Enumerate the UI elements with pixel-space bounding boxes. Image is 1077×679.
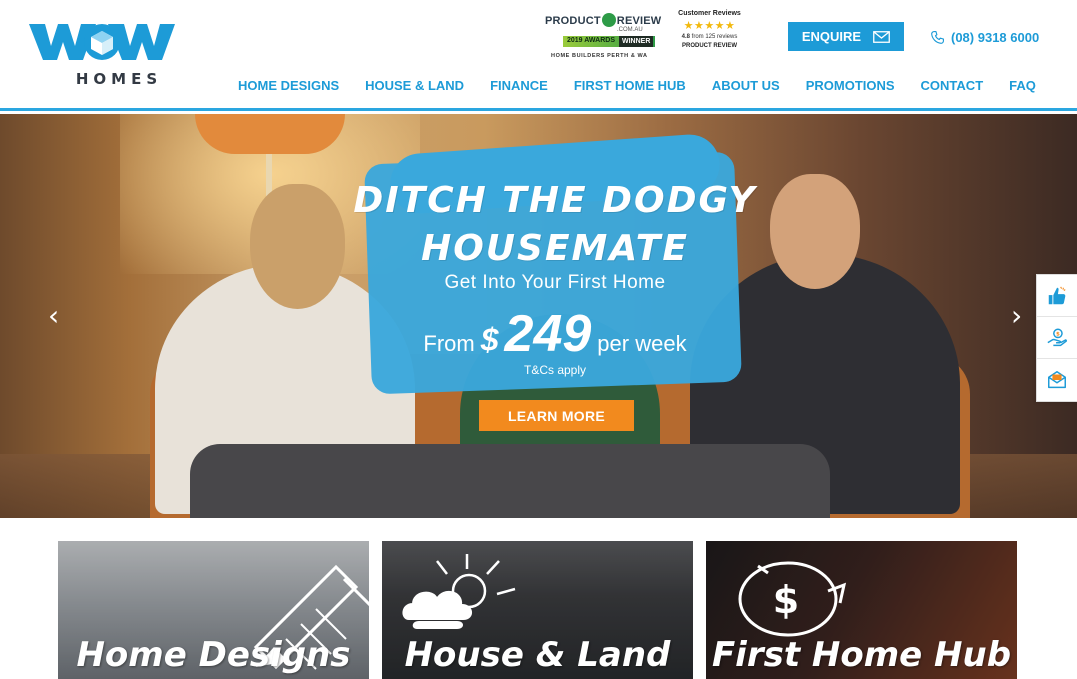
price-currency: $ (480, 322, 499, 358)
nav-item-contact[interactable]: CONTACT (921, 78, 984, 96)
nav-item-finance[interactable]: FINANCE (490, 78, 548, 96)
price-from: From (423, 331, 475, 356)
tile-title: First Home Hub (711, 635, 1012, 675)
tile-title: House & Land (404, 635, 671, 675)
rating-count: from 125 reviews (691, 34, 738, 40)
main-nav: HOME DESIGNS HOUSE & LAND FINANCE FIRST … (238, 78, 1036, 96)
nav-item-first-home-hub[interactable]: FIRST HOME HUB (574, 78, 686, 96)
wow-logo-mark (29, 24, 175, 60)
site-header: HOMES PRODUCT REVIEW .COM.AU 2019 AWARDS … (0, 0, 1077, 111)
reviews-rating: 4.8 from 125 reviews (672, 34, 747, 40)
side-quick-links: $ (1036, 274, 1077, 402)
rating-value: 4.8 (681, 34, 690, 40)
envelope-icon (873, 30, 891, 43)
hand-money-icon: $ (1047, 328, 1068, 346)
award-title-left: PRODUCT (545, 14, 601, 27)
nav-item-home-designs[interactable]: HOME DESIGNS (238, 78, 339, 96)
side-finance-button[interactable]: $ (1037, 317, 1077, 359)
nav-item-about-us[interactable]: ABOUT US (712, 78, 780, 96)
hero-terms: T&Cs apply (523, 363, 587, 377)
hero-price: From $ 249 per week (330, 306, 780, 362)
product-review-q-icon (601, 13, 616, 27)
award-band: 2019 AWARDS WINNER (563, 36, 655, 47)
thumbs-up-icon (1048, 286, 1066, 304)
award-title-right: REVIEW (616, 14, 662, 27)
award-domain: .COM.AU (617, 27, 643, 33)
side-reviews-button[interactable] (1037, 275, 1077, 317)
award-footer: HOME BUILDERS PERTH & WA (551, 53, 648, 59)
piggy-bank-icon: $ (738, 561, 847, 637)
phone-number: (08) 9318 6000 (951, 29, 1040, 45)
slider-next-arrow-icon[interactable]: › (1011, 302, 1022, 330)
envelope-icon (1048, 371, 1066, 389)
hero-headline-line1: DITCH THE DODGY (353, 180, 757, 221)
hero-headline: DITCH THE DODGY HOUSEMATE (300, 177, 810, 273)
nav-item-faq[interactable]: FAQ (1009, 78, 1036, 96)
tile-house-and-land[interactable]: House & Land (382, 541, 693, 679)
price-period: per week (597, 331, 687, 356)
hero-photo-lamp (195, 114, 345, 154)
reviews-title: Customer Reviews (678, 10, 741, 17)
hero-slider: DITCH THE DODGY HOUSEMATE Get Into Your … (0, 114, 1077, 518)
enquire-button[interactable]: ENQUIRE (788, 22, 904, 51)
hero-subheadline: Get Into Your First Home (444, 272, 666, 293)
phone-link[interactable]: (08) 9318 6000 (930, 28, 1039, 46)
tile-title: Home Designs (76, 635, 351, 675)
star-rating-icon: ★★★★★ (683, 20, 736, 32)
award-year: 2019 AWARDS (567, 37, 615, 44)
product-review-award-badge[interactable]: PRODUCT REVIEW .COM.AU 2019 AWARDS WINNER… (545, 12, 663, 62)
reviews-footer: PRODUCT REVIEW (681, 43, 737, 49)
award-winner-label: WINNER (619, 36, 654, 47)
svg-text:$: $ (773, 578, 799, 622)
tile-home-designs[interactable]: Home Designs (58, 541, 369, 679)
side-contact-button[interactable] (1037, 359, 1077, 401)
nav-item-house-and-land[interactable]: HOUSE & LAND (365, 78, 464, 96)
svg-text:$: $ (1056, 331, 1060, 337)
price-amount: 249 (504, 305, 592, 363)
tile-first-home-hub[interactable]: $ First Home Hub (706, 541, 1017, 679)
slider-prev-arrow-icon[interactable]: ‹ (48, 302, 59, 330)
logo-subtext: HOMES (75, 70, 163, 88)
hero-headline-line2: HOUSEMATE (421, 228, 689, 269)
cloud-sun-icon (402, 554, 516, 629)
nav-item-promotions[interactable]: PROMOTIONS (806, 78, 895, 96)
wow-homes-logo[interactable]: HOMES (27, 22, 177, 88)
hero-photo-legs (190, 444, 830, 518)
learn-more-button[interactable]: LEARN MORE (479, 400, 634, 431)
phone-icon (931, 30, 944, 44)
enquire-label: ENQUIRE (801, 29, 862, 44)
customer-reviews-badge[interactable]: Customer Reviews ★★★★★ 4.8 from 125 revi… (672, 10, 747, 64)
